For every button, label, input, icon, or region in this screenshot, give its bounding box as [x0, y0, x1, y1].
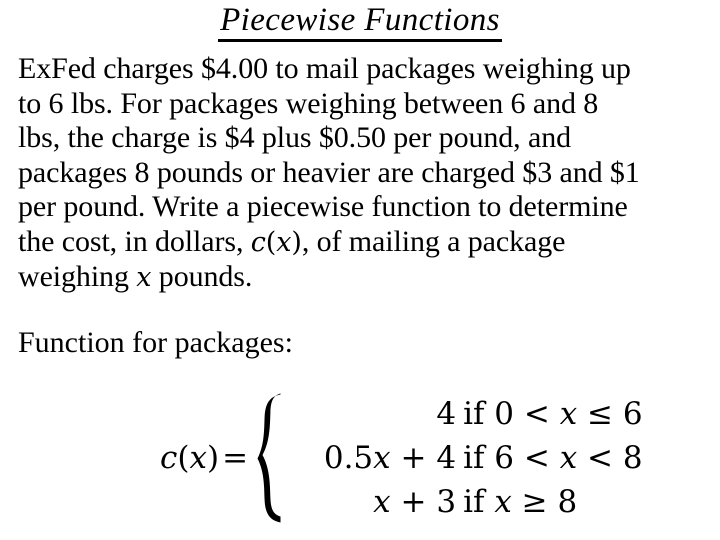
case-1-condition: if 0 < x ≤ 6 — [463, 392, 643, 436]
case-3-expr-rest: + 3 — [390, 484, 457, 520]
problem-line-7-suffix: pounds. — [151, 260, 253, 293]
case-2-cond-variable: x — [559, 440, 578, 476]
case-1-expression: 4 — [436, 396, 457, 432]
case-row-3: x + 3 if x ≥ 8 — [288, 480, 643, 524]
case-1-cond-post: ≤ 6 — [577, 396, 643, 432]
problem-line-2: to 6 lbs. For packages weighing between … — [18, 86, 599, 120]
inline-math-paren-close: ) — [291, 226, 302, 258]
formula-equals-sign: = — [222, 439, 249, 476]
case-2-expr-rest: + 4 — [390, 440, 457, 476]
case-2-condition: if 6 < x < 8 — [463, 436, 643, 480]
curly-brace-icon — [252, 392, 286, 524]
case-3-expr-variable: x — [373, 484, 391, 520]
problem-line-7-prefix: weighing — [18, 260, 137, 293]
formula-variable: x — [189, 439, 207, 476]
inline-math-c: c — [250, 226, 266, 258]
case-row-1: 4 if 0 < x ≤ 6 — [288, 392, 643, 436]
case-2-expression: 0.5x + 4 — [288, 436, 463, 480]
case-2-cond-pre: if 6 < — [463, 440, 560, 476]
case-3-expression: x + 3 — [288, 480, 463, 524]
piecewise-formula: c(x)= 4 if 0 < x ≤ 6 0.5x + 4 if 6 < x <… — [160, 392, 643, 524]
function-label: Function for packages: — [18, 326, 293, 359]
inline-math-x: x — [276, 226, 292, 258]
formula-function-name: c — [160, 439, 178, 476]
case-row-2: 0.5x + 4 if 6 < x < 8 — [288, 436, 643, 480]
case-1-cond-variable: x — [559, 396, 578, 432]
case-3-cond-variable: x — [494, 484, 512, 520]
formula-cases: 4 if 0 < x ≤ 6 0.5x + 4 if 6 < x < 8 x +… — [288, 392, 643, 524]
problem-line-6-suffix: , of mailing a package — [301, 224, 566, 258]
problem-line-3: lbs, the charge is $4 plus $0.50 per pou… — [18, 121, 571, 154]
problem-line-6-prefix: the cost, in dollars, — [18, 224, 251, 258]
problem-line-5: per pound. Write a piecewise function to… — [18, 190, 628, 223]
inline-math-x-2: x — [136, 262, 152, 293]
case-2-cond-post: < 8 — [577, 440, 643, 476]
problem-statement: ExFed charges $4.00 to mail packages wei… — [18, 52, 708, 296]
inline-math-paren-open: ( — [265, 226, 277, 258]
case-1-cond-pre: if 0 < — [463, 396, 560, 432]
formula-paren-open: ( — [177, 439, 190, 476]
case-2-expr-number: 0.5 — [323, 440, 374, 476]
formula-left-hand-side: c(x)= — [160, 439, 252, 476]
case-3-cond-pre: if — [463, 484, 495, 520]
case-3-cond-post: ≥ 8 — [511, 484, 578, 520]
problem-line-1: ExFed charges $4.00 to mail packages wei… — [18, 52, 631, 85]
slide-canvas: Piecewise Functions ExFed charges $4.00 … — [0, 0, 720, 540]
problem-line-6: the cost, in dollars, c(x), of mailing a… — [18, 225, 708, 261]
title-container: Piecewise Functions — [0, 2, 720, 42]
problem-line-4: packages 8 pounds or heavier are charged… — [18, 155, 640, 189]
formula-paren-close: ) — [206, 439, 220, 476]
page-title: Piecewise Functions — [218, 2, 502, 42]
case-2-expr-variable: x — [373, 440, 391, 476]
case-3-condition: if x ≥ 8 — [463, 480, 577, 524]
problem-line-7: weighing x pounds. — [18, 260, 708, 296]
